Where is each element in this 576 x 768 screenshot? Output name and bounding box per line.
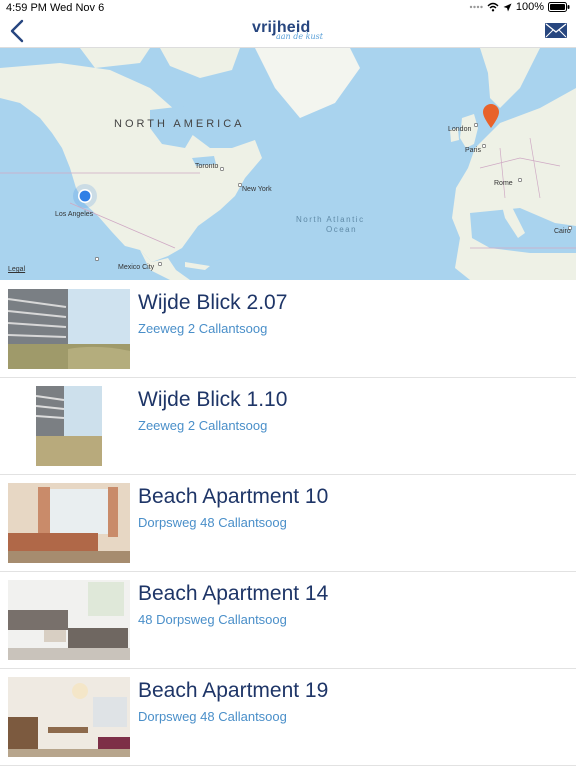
back-chevron-icon[interactable] [8,19,28,43]
current-location-dot[interactable] [79,190,91,202]
status-right: 100% [469,1,570,13]
label-new-york: New York [242,186,272,193]
label-ocean-line2: Ocean [326,225,358,234]
listing-title: Wijde Blick 2.07 [138,291,288,314]
listing-address: Zeeweg 2 Callantsoog [138,418,268,433]
status-bar: 4:59 PM Wed Nov 6 100% [0,0,576,16]
wifi-icon [487,2,499,12]
listing-address: Dorpsweg 48 Callantsoog [138,709,287,724]
status-date: Wed Nov 6 [50,2,105,14]
listing-photo [8,483,130,563]
label-ocean-line1: North Atlantic [296,215,365,224]
label-north-america: NORTH AMERICA [114,118,245,130]
listing-address: 48 Dorpsweg Callantsoog [138,612,287,627]
listing-photo [8,677,130,757]
listing-address: Dorpsweg 48 Callantsoog [138,515,287,530]
map-view[interactable]: NORTH AMERICA Los Angeles Toronto New Yo… [0,48,576,280]
battery-icon [548,2,570,12]
label-london: London [448,126,472,133]
mail-icon[interactable] [545,23,567,38]
listing-title: Wijde Blick 1.10 [138,388,288,411]
listing-item[interactable]: Wijde Blick 2.07 Zeeweg 2 Callantsoog [0,281,576,378]
location-arrow-icon [503,3,512,11]
listing-item[interactable]: Beach Apartment 19 Dorpsweg 48 Callantso… [0,669,576,766]
listing-title: Beach Apartment 19 [138,679,329,702]
listing-item[interactable]: Beach Apartment 10 Dorpsweg 48 Callantso… [0,475,576,572]
listing-item[interactable]: Beach Apartment 14 48 Dorpsweg Callantso… [0,572,576,669]
label-paris: Paris [465,147,481,154]
nav-bar: vrijheid aan de kust [0,16,576,48]
listing-photo [8,580,130,660]
label-rome: Rome [494,180,513,187]
listing-item[interactable]: Wijde Blick 1.10 Zeeweg 2 Callantsoog [0,378,576,475]
listing-title: Beach Apartment 10 [138,485,329,508]
status-time: 4:59 PM [6,2,47,14]
listing-photo [36,386,102,466]
label-toronto: Toronto [195,163,219,170]
battery-percent: 100% [515,1,544,13]
signal-icon [469,5,483,9]
brand-logo: vrijheid aan de kust [238,17,338,43]
label-mexico-city: Mexico City [118,264,155,271]
legal-link[interactable]: Legal [8,266,25,273]
label-los-angeles: Los Angeles [55,211,94,218]
listing-address: Zeeweg 2 Callantsoog [138,321,268,336]
logo-tagline: aan de kust [276,32,323,41]
listing-list: Wijde Blick 2.07 Zeeweg 2 Callantsoog Wi… [0,281,576,766]
label-cairo: Cairo [554,228,571,235]
listing-photo [8,289,130,369]
listing-title: Beach Apartment 14 [138,582,329,605]
map-canvas [0,48,576,280]
